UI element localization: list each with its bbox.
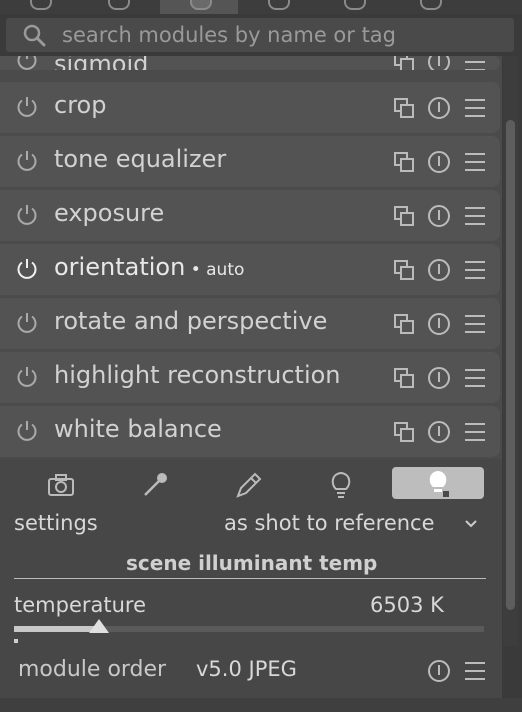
module-row[interactable]: orientation • auto — [0, 244, 500, 295]
multi-instance-menu-icon[interactable] — [463, 204, 487, 228]
section-title: scene illuminant temp — [126, 551, 378, 575]
power-icon[interactable] — [15, 257, 39, 281]
presets-icon[interactable] — [392, 96, 416, 120]
reset-icon[interactable] — [427, 659, 451, 683]
search-icon — [23, 24, 46, 47]
camera-icon — [48, 474, 74, 496]
power-icon[interactable] — [15, 419, 39, 443]
presets-icon[interactable] — [392, 56, 416, 70]
temperature-slider-fill — [14, 626, 99, 632]
module-name: exposure — [54, 199, 165, 227]
search-bar — [6, 18, 514, 52]
power-icon[interactable] — [15, 311, 39, 335]
multi-instance-menu-icon[interactable] — [463, 420, 487, 444]
power-icon[interactable] — [15, 149, 39, 173]
temperature-label: temperature — [14, 593, 146, 617]
chevron-down-icon[interactable] — [464, 517, 478, 531]
settings-label: settings — [14, 511, 98, 535]
module-order-bar: module order v5.0 JPEG — [0, 647, 502, 698]
power-icon[interactable] — [15, 203, 39, 227]
settings-dropdown[interactable]: as shot to reference — [224, 511, 435, 535]
power-icon[interactable] — [15, 95, 39, 119]
group-tab-2[interactable] — [108, 0, 130, 10]
module-row[interactable]: rotate and perspective — [0, 298, 500, 349]
multi-instance-menu-icon[interactable] — [463, 366, 487, 390]
presets-icon[interactable] — [392, 258, 416, 282]
wb-tab-illuminant[interactable] — [392, 467, 484, 499]
module-row[interactable]: tone equalizer — [0, 136, 500, 187]
temperature-slider-knob[interactable] — [88, 619, 109, 633]
presets-menu-icon[interactable] — [463, 659, 487, 683]
module-sigmoid[interactable]: sigmoid — [0, 56, 500, 70]
module-row[interactable]: white balance — [0, 406, 500, 457]
scrollbar[interactable] — [503, 56, 518, 646]
presets-icon[interactable] — [392, 312, 416, 336]
group-tab-1[interactable] — [30, 0, 52, 10]
presets-icon[interactable] — [392, 420, 416, 444]
multi-instance-menu-icon[interactable] — [463, 312, 487, 336]
wb-tab-user[interactable] — [218, 467, 280, 499]
group-tab-6[interactable] — [420, 0, 442, 10]
reset-icon[interactable] — [427, 420, 451, 444]
white-balance-panel: settings as shot to reference scene illu… — [0, 459, 502, 647]
wb-tab-daylight[interactable] — [310, 467, 372, 499]
eyedropper-icon — [144, 473, 167, 496]
module-name: orientation • auto — [54, 253, 245, 281]
slider-marker — [14, 639, 18, 643]
scrollbar-thumb[interactable] — [506, 120, 515, 610]
module-name: rotate and perspective — [54, 307, 328, 335]
module-row[interactable]: highlight reconstruction — [0, 352, 500, 403]
reset-icon[interactable] — [427, 204, 451, 228]
multi-instance-menu-icon[interactable] — [463, 56, 487, 70]
section-divider — [14, 578, 486, 579]
presets-icon[interactable] — [392, 366, 416, 390]
power-icon[interactable] — [15, 365, 39, 389]
module-name: sigmoid — [54, 56, 149, 70]
multi-instance-menu-icon[interactable] — [463, 258, 487, 282]
temperature-slider[interactable] — [14, 619, 484, 633]
reset-icon[interactable] — [427, 312, 451, 336]
module-name: tone equalizer — [54, 145, 227, 173]
bulb-filled-icon — [429, 471, 449, 497]
module-order-value: v5.0 JPEG — [196, 657, 297, 681]
module-name: highlight reconstruction — [54, 361, 341, 389]
module-group-tabs — [0, 0, 522, 14]
temperature-value: 6503 K — [370, 593, 444, 617]
multi-instance-menu-icon[interactable] — [463, 150, 487, 174]
reset-icon[interactable] — [427, 56, 451, 70]
bottom-strip — [0, 698, 522, 712]
module-row[interactable]: exposure — [0, 190, 500, 241]
wb-tab-camera[interactable] — [30, 467, 92, 499]
module-order-label: module order — [18, 657, 167, 682]
reset-icon[interactable] — [427, 258, 451, 282]
module-name: white balance — [54, 415, 222, 443]
group-tab-4[interactable] — [268, 0, 290, 10]
module-row[interactable]: crop — [0, 82, 500, 133]
bulb-icon — [331, 471, 351, 498]
group-tab-5[interactable] — [344, 0, 366, 10]
pencil-icon — [236, 472, 262, 498]
module-name: crop — [54, 91, 107, 119]
multi-instance-menu-icon[interactable] — [463, 96, 487, 120]
reset-icon[interactable] — [427, 150, 451, 174]
reset-icon[interactable] — [427, 96, 451, 120]
search-input[interactable] — [62, 22, 506, 48]
presets-icon[interactable] — [392, 150, 416, 174]
wb-tab-picker[interactable] — [124, 467, 186, 499]
presets-icon[interactable] — [392, 204, 416, 228]
reset-icon[interactable] — [427, 366, 451, 390]
power-icon[interactable] — [15, 56, 39, 70]
